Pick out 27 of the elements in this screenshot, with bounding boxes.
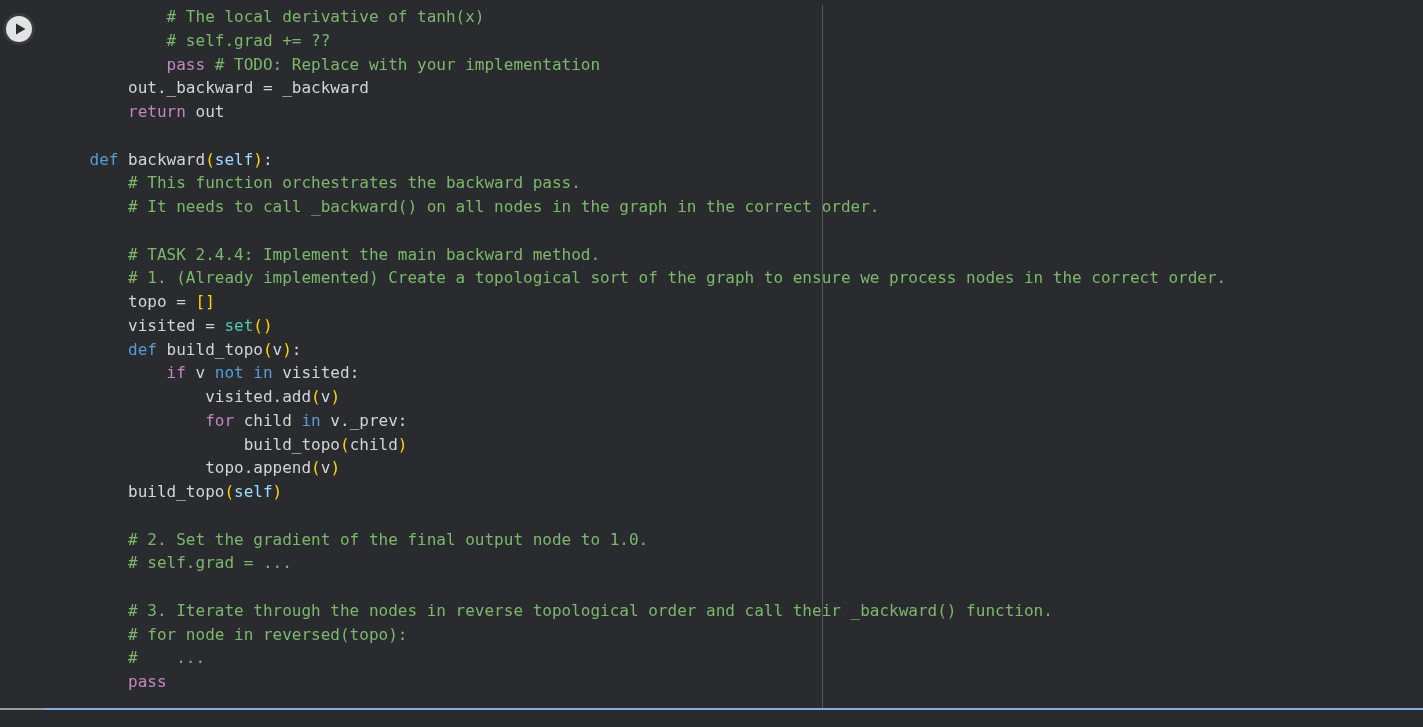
- code-line: # 3. Iterate through the nodes in reverse topological order and call their _backward() function.: [128, 600, 1053, 620]
- code-line: build_topo(self): [128, 482, 283, 501]
- code-line: if v not in visited:: [166, 363, 360, 383]
- code-line: for child in v._prev:: [205, 410, 408, 430]
- code-line: # 1. (Already implemented) Create a topological sort of the graph to ensure we process nodes in the correct order.: [128, 268, 1227, 288]
- code-line: def backward(self):: [89, 149, 273, 169]
- code-line: topo.append(v): [205, 458, 340, 478]
- code-line: pass # TODO: Replace with your implementation: [166, 54, 601, 74]
- run-button[interactable]: [6, 16, 32, 42]
- code-line: # for node in reversed(topo):: [128, 624, 408, 644]
- code-line: visited.add(v): [205, 387, 340, 406]
- code-line: pass: [128, 672, 167, 691]
- code-line: out._backward = _backward: [128, 78, 369, 98]
- code-line: return out: [128, 102, 225, 121]
- code-line: # 2. Set the gradient of the final output node to 1.0.: [128, 529, 649, 549]
- code-line: # This function orchestrates the backward pass.: [128, 173, 581, 193]
- code-line: build_topo(child): [243, 434, 408, 454]
- play-icon: [13, 22, 27, 36]
- code-line: # TASK 2.4.4: Implement the main backward method.: [128, 244, 601, 264]
- code-line: # self.grad += ??: [166, 30, 331, 50]
- code-line: topo = []: [128, 292, 215, 311]
- code-line: # self.grad = ...: [128, 553, 292, 573]
- code-line: visited = set(): [128, 315, 273, 335]
- code-line: def build_topo(v):: [128, 339, 302, 359]
- code-line: # ...: [128, 648, 206, 668]
- code-line: # It needs to call _backward() on all nodes in the graph in the correct order.: [128, 197, 880, 216]
- code-line: # The local derivative of tanh(x): [166, 7, 485, 26]
